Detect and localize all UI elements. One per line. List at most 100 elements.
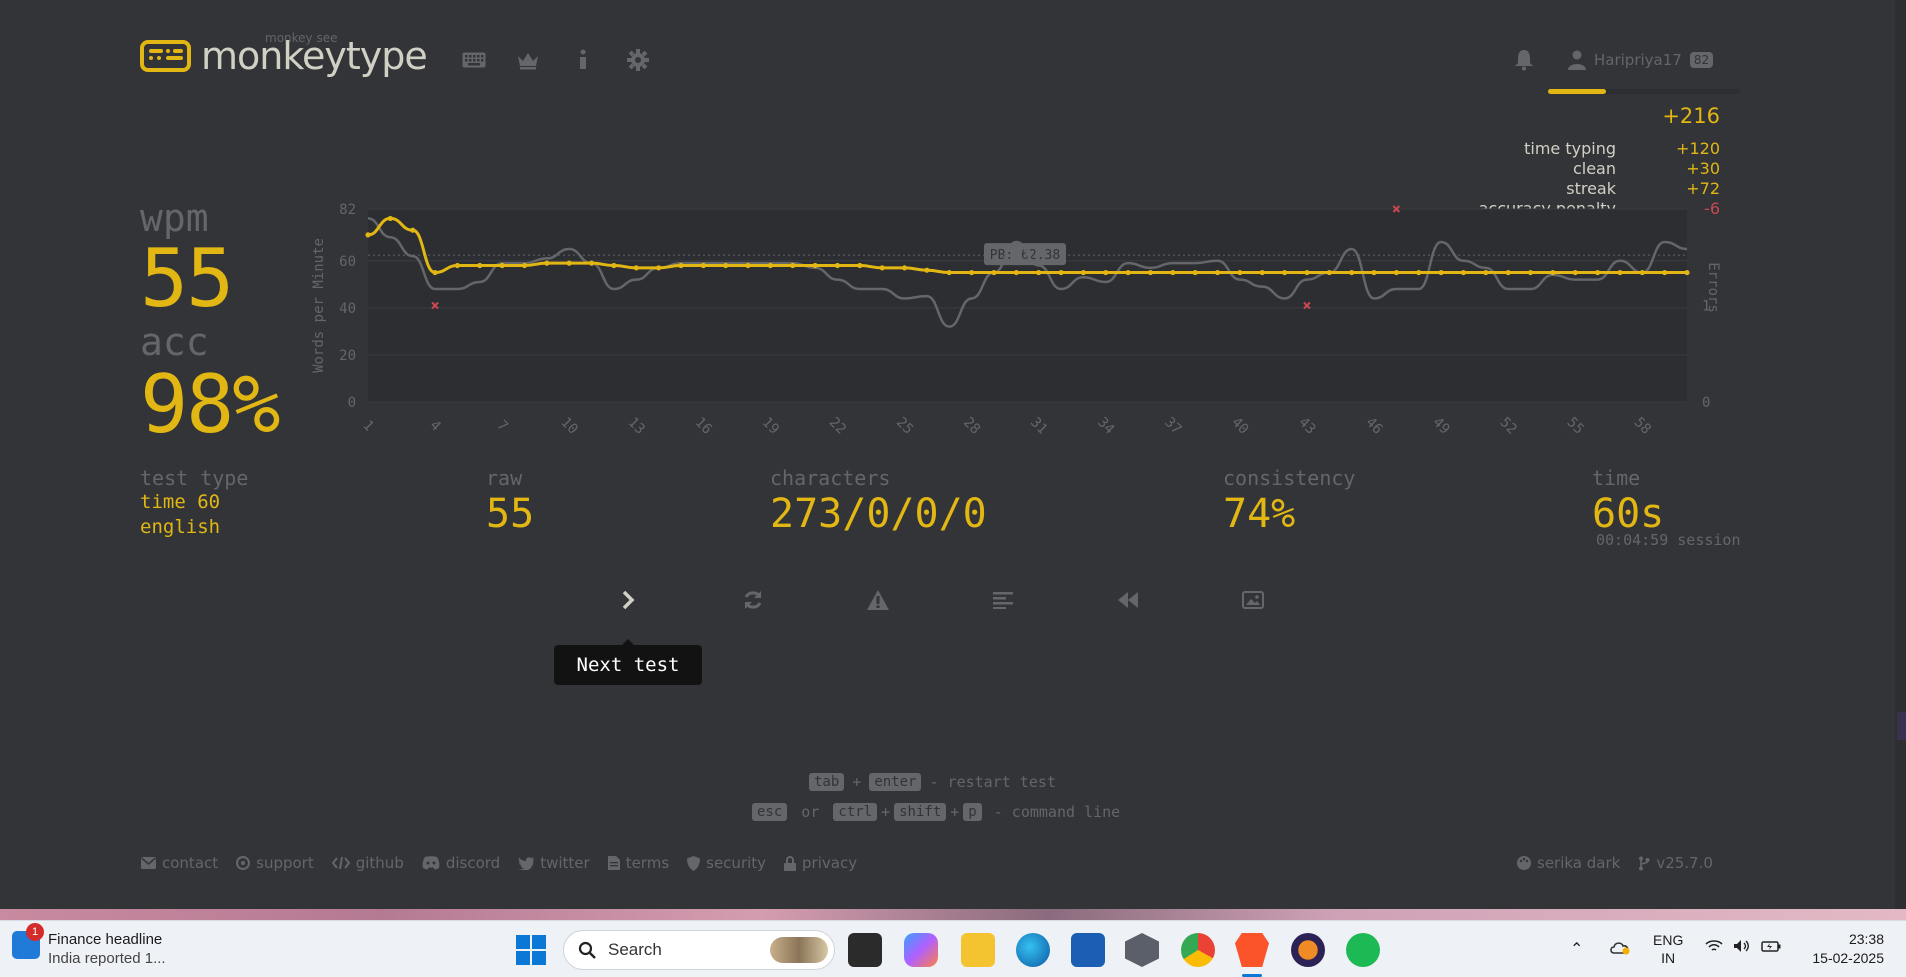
restart-hint: tab + enter - restart test: [809, 773, 1056, 791]
search-highlight-image: [770, 937, 828, 963]
chevron-right-icon: [622, 590, 635, 610]
x-tick-label: 40: [1228, 414, 1251, 437]
x-tick-label: 25: [893, 414, 916, 437]
y-axis-label: Words per Minute: [311, 238, 327, 373]
footer-security-label: security: [706, 854, 767, 872]
next-test-button[interactable]: [613, 585, 643, 615]
wpm-point: [857, 262, 863, 269]
y2-tick-label: 0: [1702, 395, 1710, 411]
account-button[interactable]: Haripriya17 82: [1568, 50, 1714, 70]
plus-sign: +: [852, 773, 862, 791]
xp-row-value: +30: [1686, 159, 1720, 178]
key-esc: esc: [752, 803, 788, 821]
key-p: p: [963, 803, 982, 821]
wpm-point: [812, 262, 818, 269]
clock-time: 23:38: [1848, 931, 1884, 947]
news-widget[interactable]: 1 Finance headline India reported 1...: [12, 923, 166, 969]
version-label: v25.7.0: [1656, 854, 1713, 872]
words-history-button[interactable]: [988, 585, 1018, 615]
wpm-point: [499, 262, 505, 269]
x-tick-label: 13: [625, 414, 648, 437]
wpm-point: [678, 262, 684, 269]
footer-privacy[interactable]: privacy: [784, 854, 857, 872]
y-tick-label: 40: [339, 301, 356, 317]
footer-twitter[interactable]: twitter: [518, 854, 590, 872]
task-view-icon[interactable]: [848, 933, 882, 967]
keyboard-icon[interactable]: [462, 48, 486, 72]
chrome-icon[interactable]: [1181, 933, 1215, 967]
footer-terms-label: terms: [625, 854, 670, 872]
key-tab: tab: [809, 773, 845, 791]
wpm-point: [1371, 269, 1377, 276]
show-hidden-icons-chevron-icon[interactable]: ⌃: [1570, 939, 1583, 959]
crown-icon[interactable]: [516, 48, 540, 72]
practice-words-button[interactable]: [863, 585, 893, 615]
theme-button[interactable]: serika dark: [1517, 854, 1620, 872]
x-tick-label: 34: [1094, 414, 1117, 437]
spotify-icon[interactable]: [1346, 933, 1380, 967]
wpm-point: [1483, 269, 1489, 276]
screenshot-button[interactable]: [1238, 585, 1268, 615]
footer-twitter-label: twitter: [540, 854, 590, 872]
session-time: 00:04:59 session: [1596, 531, 1741, 549]
wpm-point: [700, 262, 706, 269]
wpm-point: [723, 262, 729, 269]
warning-icon: [867, 590, 889, 610]
y-tick-label: 20: [339, 348, 356, 364]
scrollbar-thumb[interactable]: [1897, 712, 1906, 740]
footer-github[interactable]: github: [331, 854, 404, 872]
logo-icon: [140, 40, 191, 72]
brave-browser-icon[interactable]: [1235, 933, 1269, 967]
taskbar-search[interactable]: Search: [563, 930, 835, 970]
wpm-point: [521, 262, 528, 269]
microsoft-store-icon[interactable]: [1071, 933, 1105, 967]
wpm-point: [1550, 269, 1556, 276]
replay-button[interactable]: [1113, 585, 1143, 615]
clock[interactable]: 23:38 15-02-2025: [1800, 930, 1884, 968]
wpm-point: [1013, 269, 1019, 276]
settings-gear-icon[interactable]: [626, 48, 650, 72]
edge-icon[interactable]: [1016, 933, 1050, 967]
info-icon[interactable]: [571, 48, 595, 72]
username: Haripriya17: [1594, 51, 1682, 69]
footer-terms[interactable]: terms: [607, 854, 670, 872]
time-label: time: [1592, 466, 1641, 490]
theme-name: serika dark: [1537, 854, 1621, 872]
wpm-point: [745, 262, 751, 269]
footer-contact[interactable]: contact: [141, 854, 218, 872]
page-scrollbar[interactable]: [1895, 0, 1906, 909]
version-button[interactable]: v25.7.0: [1638, 854, 1713, 872]
test-type-mode: time 60: [140, 491, 221, 513]
x-tick-label: 22: [826, 414, 849, 437]
wpm-point: [1147, 269, 1154, 276]
wpm-point: [1036, 269, 1042, 276]
onedrive-icon[interactable]: [1609, 939, 1631, 958]
eclipse-icon[interactable]: [1291, 933, 1325, 967]
x-tick-label: 1: [359, 417, 376, 434]
windows-start-button[interactable]: [516, 935, 546, 965]
logo[interactable]: monkey see monkeytype: [140, 31, 428, 78]
wpm-point: [1527, 269, 1534, 276]
test-type-stat: test type time 60 english: [140, 466, 248, 540]
wpm-point: [611, 262, 617, 269]
footer-support[interactable]: support: [236, 854, 314, 872]
footer-discord[interactable]: discord: [422, 854, 500, 872]
notification-bell-icon[interactable]: [1512, 48, 1536, 72]
restart-hint-text: - restart test: [929, 773, 1056, 791]
plus-sign: +: [950, 803, 960, 821]
input-language[interactable]: ENG IN: [1653, 931, 1683, 967]
wpm-point: [566, 260, 572, 266]
wpm-point: [365, 232, 371, 238]
characters-label: characters: [770, 466, 891, 490]
system-tray-status[interactable]: [1705, 939, 1781, 953]
unity-hub-icon[interactable]: [1125, 933, 1159, 967]
wpm-point: [1617, 269, 1623, 276]
file-explorer-icon[interactable]: [961, 933, 995, 967]
restart-button[interactable]: [738, 585, 768, 615]
wpm-point: [544, 260, 550, 266]
volume-icon: [1734, 940, 1749, 952]
copilot-icon[interactable]: [904, 933, 938, 967]
key-shift: shift: [894, 803, 947, 821]
footer-security[interactable]: security: [687, 854, 766, 872]
footer-contact-label: contact: [162, 854, 219, 872]
